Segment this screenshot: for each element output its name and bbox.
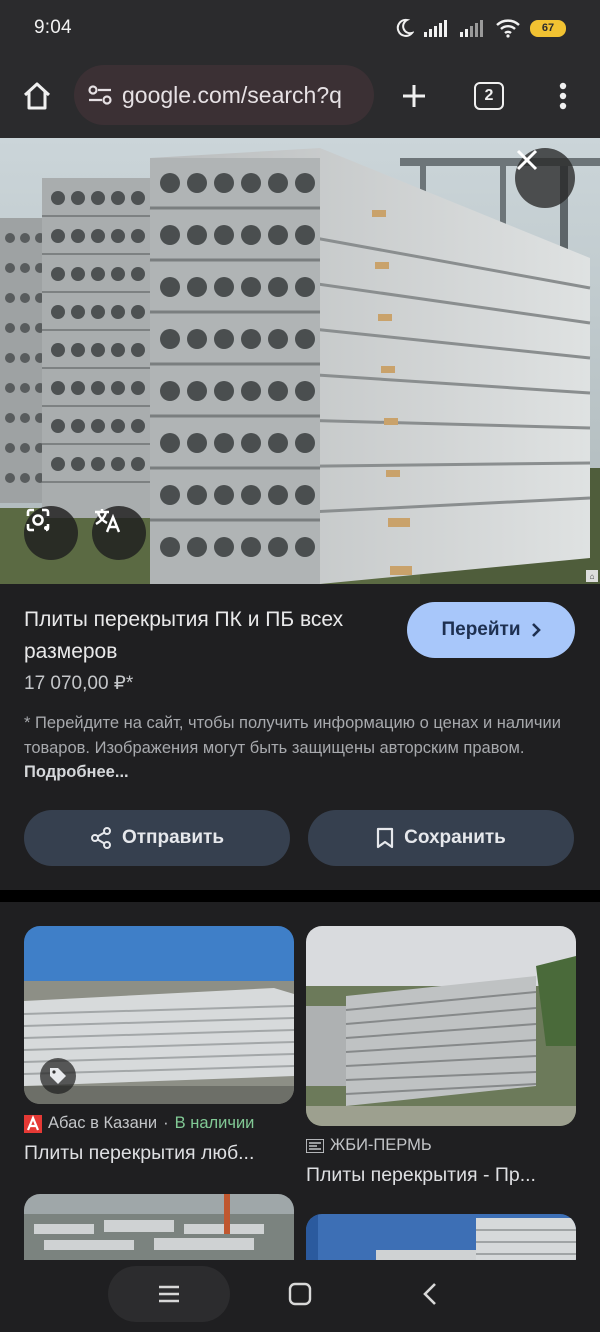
translate-button[interactable] (92, 506, 146, 560)
chevron-right-icon (531, 623, 541, 637)
address-bar[interactable]: google.com/search?q (74, 65, 374, 125)
back-button[interactable] (400, 1266, 460, 1322)
moon-icon (396, 18, 414, 37)
source-name: ЖБИ-ПЕРМЬ (330, 1136, 432, 1154)
result-card-2[interactable]: ЖБИ-ПЕРМЬ Плиты перекрытия - Пр... (306, 926, 576, 1186)
product-title: Плиты перекрытия ПК и ПБ всех размеров (24, 608, 344, 663)
home-icon (23, 82, 51, 110)
wifi-icon (496, 19, 520, 38)
result-title[interactable]: Плиты перекрытия - Пр... (306, 1164, 576, 1187)
result-card-4[interactable] (306, 1214, 576, 1260)
go-label: Перейти (441, 619, 521, 640)
disclaimer-text: * Перейдите на сайт, чтобы получить инфо… (24, 711, 572, 785)
result-title[interactable]: Плиты перекрытия люб... (24, 1142, 294, 1165)
new-tab-button[interactable] (396, 76, 432, 116)
related-results: Абас в Казани · В наличии Плиты перекрыт… (0, 902, 600, 1260)
go-button[interactable]: Перейти (407, 602, 575, 658)
translate-icon (95, 509, 121, 533)
availability-label: В наличии (174, 1114, 255, 1132)
abas-logo-icon (24, 1114, 42, 1133)
status-icons: 67 (394, 18, 566, 38)
disclaimer-body: * Перейдите на сайт, чтобы получить инфо… (24, 714, 561, 757)
product-detail-panel: Плиты перекрытия ПК и ПБ всех размеров П… (0, 584, 600, 890)
lens-icon (26, 508, 50, 532)
home-button[interactable] (18, 76, 56, 116)
tabs-button[interactable]: 2 (474, 82, 504, 110)
home-square-icon (288, 1282, 312, 1306)
url-text: google.com/search?q (122, 81, 342, 108)
source-name: Абас в Казани (48, 1114, 158, 1132)
product-price: 17 070,00 ₽* (24, 673, 134, 694)
share-button[interactable]: Отправить (24, 810, 290, 866)
status-bar: 9:04 67 (0, 0, 600, 56)
signal-icon (424, 20, 447, 37)
close-button[interactable] (515, 148, 575, 208)
source-separator: · (163, 1114, 169, 1132)
info-icon[interactable]: ⌂ (586, 570, 598, 582)
hero-image[interactable]: ⌂ (0, 138, 600, 584)
result-thumbnail[interactable] (24, 1194, 294, 1260)
back-icon (423, 1283, 436, 1305)
zhbi-logo-icon (306, 1138, 324, 1153)
status-time: 9:04 (34, 17, 72, 38)
lens-button[interactable] (24, 506, 78, 560)
more-link[interactable]: Подробнее... (24, 763, 129, 781)
recents-button[interactable] (108, 1266, 230, 1322)
browser-toolbar: google.com/search?q 2 (0, 56, 600, 138)
plus-icon (403, 85, 425, 107)
share-icon (90, 827, 111, 849)
system-nav-bar (0, 1260, 600, 1332)
result-thumbnail[interactable] (306, 1214, 576, 1260)
result-source: ЖБИ-ПЕРМЬ (306, 1136, 432, 1155)
result-card-3[interactable] (24, 1194, 294, 1260)
menu-icon (159, 1285, 179, 1303)
battery-level: 67 (541, 22, 555, 34)
bookmark-icon (377, 827, 394, 849)
home-nav-button[interactable] (270, 1266, 330, 1322)
result-card-1[interactable]: Абас в Казани · В наличии Плиты перекрыт… (24, 926, 294, 1186)
concrete-slabs-image (0, 138, 600, 584)
close-icon (516, 149, 538, 171)
tag-icon (40, 1058, 76, 1094)
result-thumbnail[interactable] (24, 926, 294, 1104)
section-divider (0, 890, 600, 902)
tune-icon[interactable] (86, 81, 114, 109)
save-button[interactable]: Сохранить (308, 810, 574, 866)
save-label: Сохранить (404, 827, 506, 848)
more-vert-icon[interactable] (548, 76, 578, 116)
signal-icon-2 (460, 20, 483, 37)
battery-icon: 67 (530, 19, 566, 37)
result-source: Абас в Казани · В наличии (24, 1114, 254, 1133)
result-thumbnail[interactable] (306, 926, 576, 1126)
share-label: Отправить (121, 827, 225, 848)
